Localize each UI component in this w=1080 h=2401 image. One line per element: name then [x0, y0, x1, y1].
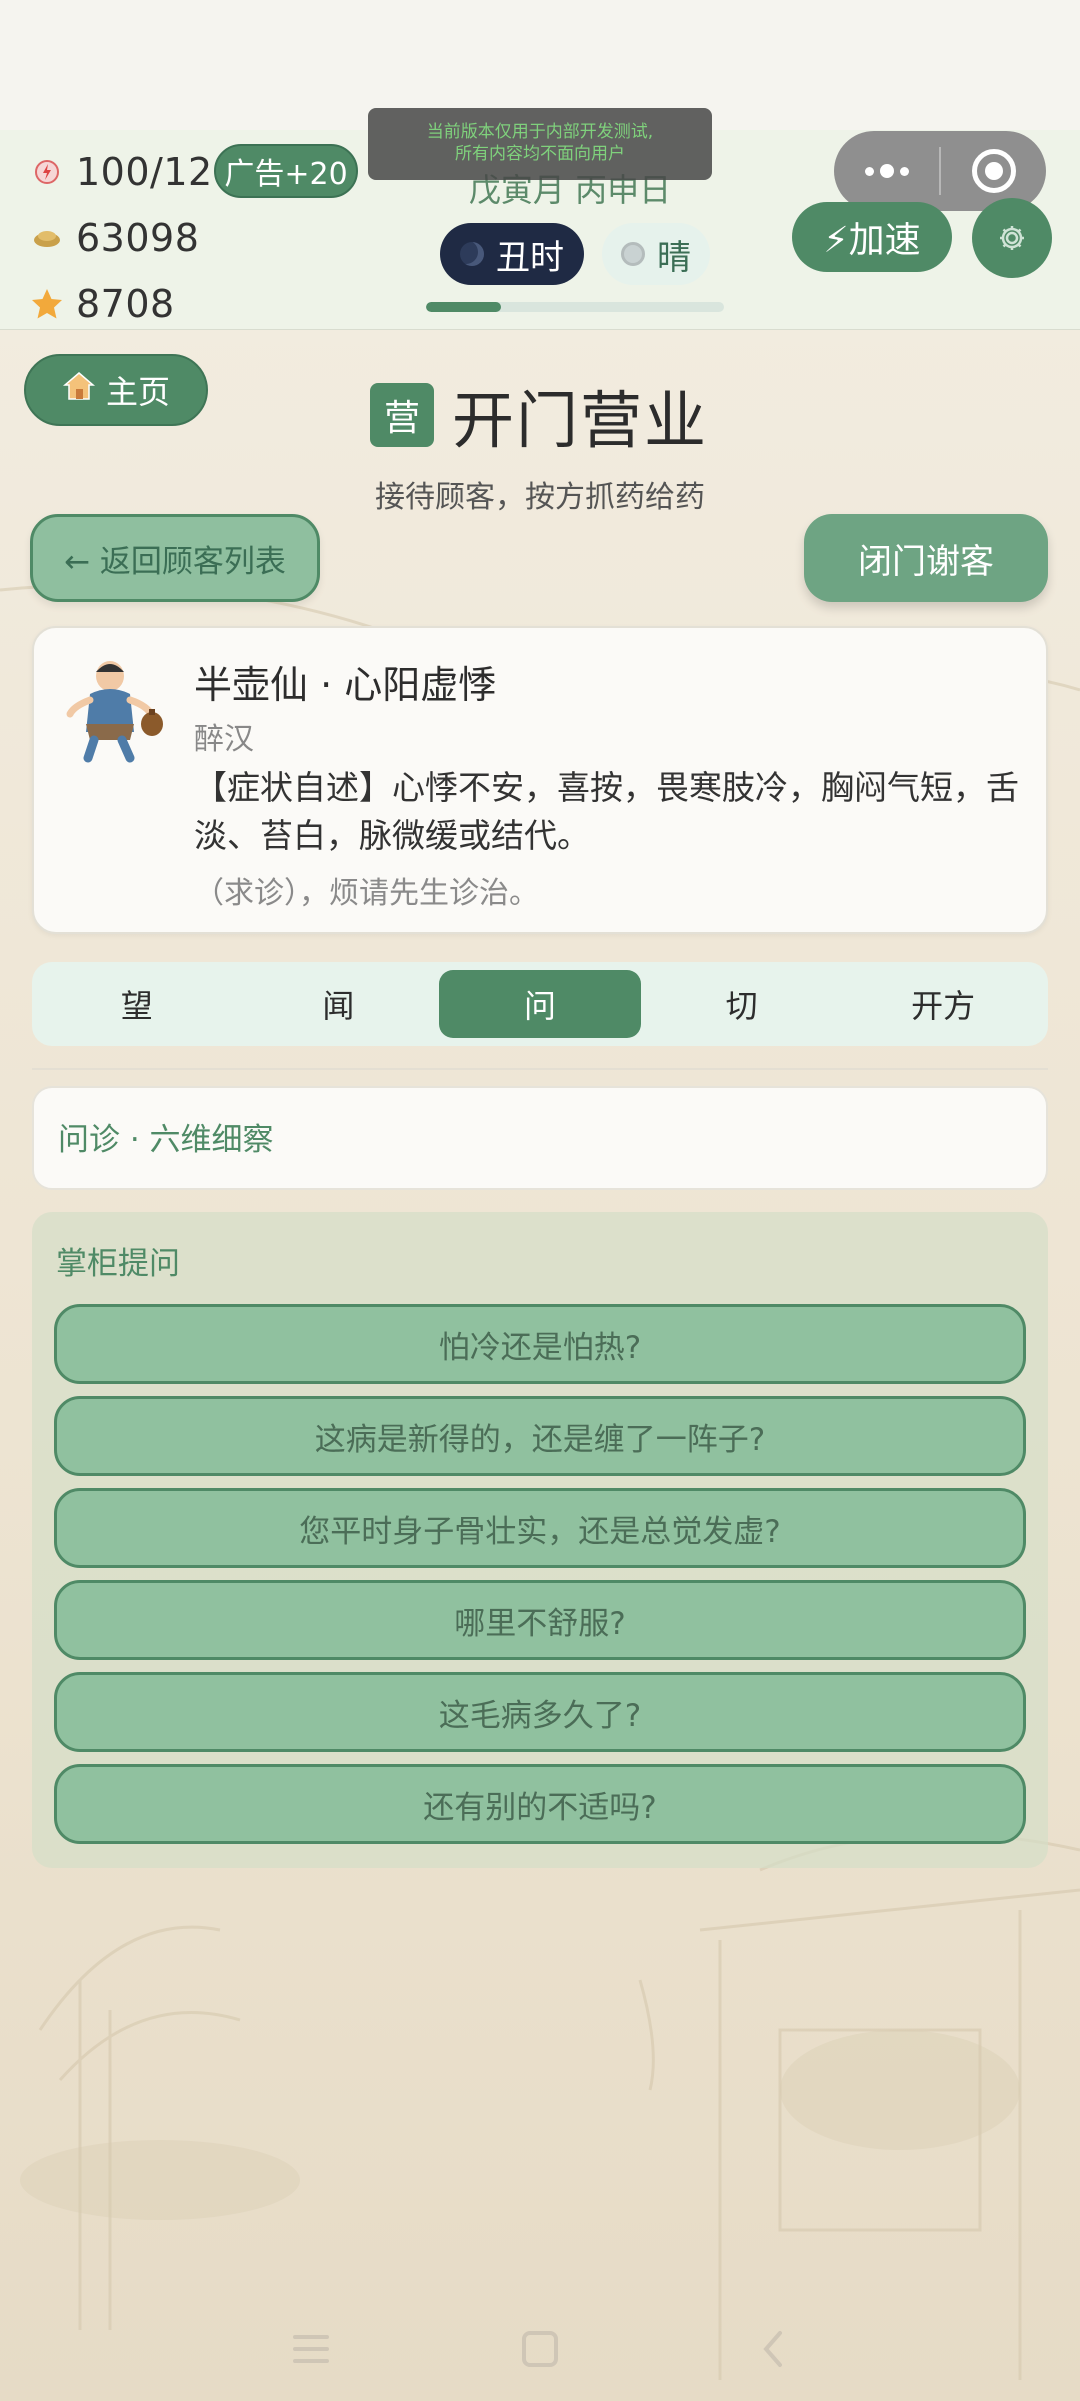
question-button[interactable]: 这病是新得的，还是缠了一阵子? — [54, 1396, 1026, 1476]
star-icon — [30, 287, 64, 321]
title-badge: 营 — [370, 383, 434, 447]
customer-role: 醉汉 — [194, 722, 254, 757]
close-shop-button[interactable]: 闭门谢客 — [804, 514, 1048, 602]
square-icon — [522, 2331, 558, 2367]
day-progress-fill — [426, 302, 501, 312]
time-of-day-pill: 丑时 — [440, 223, 584, 285]
weather-pill: 晴 — [602, 223, 710, 285]
diagnosis-tabs: 望 闻 问 切 开方 — [32, 962, 1048, 1046]
coins-row: 63098 — [30, 216, 199, 260]
top-status-area: 100/120 63098 8708 广告+20 戊寅月 丙申日 当前版本仅用于… — [0, 0, 1080, 330]
tab-ask[interactable]: 问 — [439, 970, 641, 1038]
exit-miniprogram-button[interactable] — [941, 131, 1046, 211]
house-icon — [62, 370, 96, 410]
system-nav-bar — [0, 2296, 1080, 2401]
question-button[interactable]: 这毛病多久了? — [54, 1672, 1026, 1752]
page-subtitle: 接待顾客，按方抓药给药 — [375, 480, 705, 515]
coin-icon — [30, 221, 64, 255]
target-circle-icon — [971, 149, 1016, 193]
chevron-left-icon — [763, 2331, 782, 2367]
question-list: 怕冷还是怕热? 这病是新得的，还是缠了一阵子? 您平时身子骨壮实，还是总觉发虚?… — [54, 1304, 1026, 1856]
home-label: 主页 — [105, 373, 170, 411]
customer-request: （求诊），烦请先生诊治。 — [194, 876, 539, 911]
energy-icon — [30, 155, 64, 189]
question-button[interactable]: 还有别的不适吗? — [54, 1764, 1026, 1844]
moon-icon — [460, 242, 484, 266]
settings-button[interactable] — [972, 198, 1052, 278]
question-button[interactable]: 哪里不舒服? — [54, 1580, 1026, 1660]
back-to-customer-list-button[interactable]: ← 返回顾客列表 — [30, 514, 320, 602]
inquiry-title: 问诊 · 六维细察 — [58, 1122, 274, 1158]
tab-pulse[interactable]: 切 — [641, 970, 843, 1038]
dev-notice-banner: 当前版本仅用于内部开发测试, 所有内容均不面向用户 — [368, 108, 712, 180]
dev-notice-line2: 所有内容均不面向用户 — [455, 144, 625, 164]
more-dots-icon — [864, 164, 909, 178]
more-menu-button[interactable] — [834, 131, 939, 211]
questions-label: 掌柜提问 — [56, 1246, 180, 1282]
inquiry-section: 问诊 · 六维细察 — [32, 1086, 1048, 1190]
stars-row: 8708 — [30, 282, 175, 326]
customer-card: 半壶仙 · 心阳虚悸 醉汉 【症状自述】心悸不安，喜按，畏寒肢冷，胸闷气短，舌淡… — [32, 626, 1048, 934]
tab-look[interactable]: 望 — [36, 970, 238, 1038]
ad-reward-button[interactable]: 广告+20 — [214, 144, 358, 198]
questions-panel: 掌柜提问 怕冷还是怕热? 这病是新得的，还是缠了一阵子? 您平时身子骨壮实，还是… — [32, 1212, 1048, 1868]
page-title: 开门营业 — [452, 384, 709, 457]
stars-value: 8708 — [76, 282, 175, 326]
home-system-button[interactable] — [515, 2324, 565, 2374]
hour-label: 丑时 — [496, 237, 564, 278]
home-button[interactable]: 主页 — [24, 354, 208, 426]
speed-up-button[interactable]: ⚡加速 — [792, 202, 952, 272]
back-system-button[interactable] — [748, 2324, 798, 2374]
customer-name: 半壶仙 · 心阳虚悸 — [194, 663, 497, 707]
weather-label: 晴 — [657, 237, 691, 278]
day-progress-bar — [426, 302, 724, 312]
section-divider — [32, 1068, 1048, 1070]
tab-prescribe[interactable]: 开方 — [842, 970, 1044, 1038]
question-button[interactable]: 您平时身子骨壮实，还是总觉发虚? — [54, 1488, 1026, 1568]
weather-sun-icon — [621, 242, 645, 266]
recent-apps-button[interactable] — [286, 2324, 336, 2374]
menu-lines-icon — [293, 2335, 329, 2363]
dev-notice-line1: 当前版本仅用于内部开发测试, — [426, 122, 654, 142]
customer-symptoms: 【症状自述】心悸不安，喜按，畏寒肢冷，胸闷气短，舌淡、苔白，脉微缓或结代。 — [194, 768, 1019, 855]
tab-listen-smell[interactable]: 闻 — [238, 970, 440, 1038]
customer-avatar — [66, 661, 163, 763]
question-button[interactable]: 怕冷还是怕热? — [54, 1304, 1026, 1384]
energy-row: 100/120 — [30, 150, 237, 194]
coins-value: 63098 — [76, 216, 200, 260]
page-title-group: 营 开门营业 — [370, 370, 708, 460]
gear-icon — [1000, 226, 1024, 250]
